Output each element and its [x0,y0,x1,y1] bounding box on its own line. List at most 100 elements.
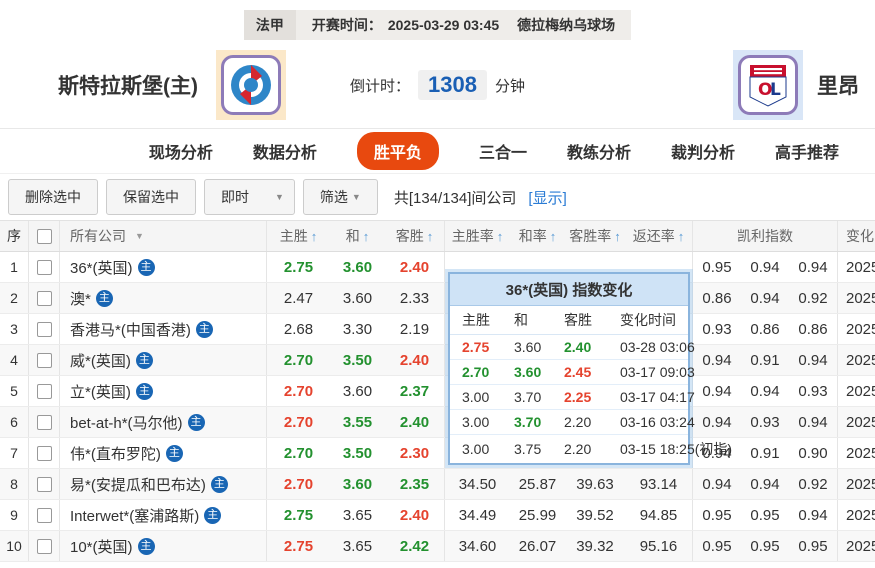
header-return-rate-sort[interactable]: 返还率 ↑ [625,221,693,251]
tab-referee-analysis[interactable]: 裁判分析 [671,139,735,163]
draw-odds[interactable]: 3.50 [330,438,385,468]
company-name: 香港马*(中国香港) [70,321,191,339]
draw-odds[interactable]: 3.60 [330,252,385,282]
away-odds[interactable]: 2.42 [385,531,445,561]
popup-draw-odds: 3.70 [514,414,542,430]
checkbox-icon[interactable] [36,538,52,554]
kelly-away: 0.90 [789,438,838,468]
keep-selected-button[interactable]: 保留选中 [106,179,196,215]
header-away-rate-sort[interactable]: 客胜率 ↑ [565,221,625,251]
draw-rate: 26.07 [518,537,557,555]
draw-odds[interactable]: 3.65 [330,531,385,561]
tab-live-analysis[interactable]: 现场分析 [149,139,213,163]
company-cell[interactable]: 立*(英国) 主 [60,376,267,406]
draw-odds[interactable]: 3.60 [330,376,385,406]
company-cell[interactable]: 10*(英国) 主 [60,531,267,561]
kelly-home: 0.93 [702,320,732,338]
header-away-odds-sort[interactable]: 客胜 ↑ [385,221,445,251]
host-flag-icon: 主 [135,382,153,400]
home-odds[interactable]: 2.75 [267,252,330,282]
header-home-rate-sort[interactable]: 主胜率 ↑ [445,221,510,251]
row-index: 7 [0,438,29,468]
table-row: 6 bet-at-h*(马尔他) 主 2.70 3.55 2.40 0.94 0.93 0.94… [0,407,875,438]
popup-draw-odds: 3.70 [514,389,542,405]
home-odds[interactable]: 2.70 [267,438,330,468]
instant-odds-label: 即时 [221,189,249,205]
checkbox-icon[interactable] [36,476,52,492]
away-odds[interactable]: 2.40 [385,407,445,437]
tab-coach-analysis[interactable]: 教练分析 [567,139,631,163]
header-change: 变化 [846,228,874,244]
draw-odds[interactable]: 3.55 [330,407,385,437]
away-odds[interactable]: 2.30 [385,438,445,468]
popup-header: 主胜 和 客胜 变化时间 [450,306,688,335]
header-draw-odds-sort[interactable]: 和 ↑ [330,221,385,251]
header-select-all-checkbox[interactable] [29,221,60,251]
checkbox-icon[interactable] [36,228,52,244]
row-checkbox-cell [29,438,60,468]
checkbox-icon[interactable] [36,507,52,523]
home-odds[interactable]: 2.75 [267,531,330,561]
home-odds[interactable]: 2.70 [267,376,330,406]
company-cell[interactable]: Interwet*(塞浦路斯) 主 [60,500,267,530]
company-cell[interactable]: 威*(英国) 主 [60,345,267,375]
checkbox-icon[interactable] [36,383,52,399]
draw-odds[interactable]: 3.30 [330,314,385,344]
draw-odds[interactable]: 3.65 [330,500,385,530]
row-index: 9 [0,500,29,530]
checkbox-icon[interactable] [36,414,52,430]
company-cell[interactable]: 香港马*(中国香港) 主 [60,314,267,344]
company-cell[interactable]: 36*(英国) 主 [60,252,267,282]
sort-up-icon: ↑ [310,228,318,244]
popup-home-odds: 2.75 [462,339,490,355]
away-odds[interactable]: 2.40 [385,252,445,282]
row-index: 1 [0,252,29,282]
tab-expert-picks[interactable]: 高手推荐 [775,139,839,163]
checkbox-icon[interactable] [36,321,52,337]
company-cell[interactable]: 易*(安提瓜和巴布达) 主 [60,469,267,499]
tab-win-draw-lose[interactable]: 胜平负 [356,132,439,170]
checkbox-icon[interactable] [36,445,52,461]
change-time: 2025-0 [846,320,875,338]
sort-up-icon: ↑ [549,228,557,244]
company-cell[interactable]: 澳* 主 [60,283,267,313]
kelly-home: 0.95 [702,258,732,276]
tab-data-analysis[interactable]: 数据分析 [253,139,317,163]
home-odds[interactable]: 2.47 [267,283,330,313]
away-odds[interactable]: 2.19 [385,314,445,344]
kelly-draw: 0.86 [750,320,780,338]
show-link[interactable]: [显示] [528,187,566,208]
draw-odds[interactable]: 3.60 [330,469,385,499]
row-index: 5 [0,376,29,406]
checkbox-icon[interactable] [36,290,52,306]
filter-button[interactable]: 筛选 ▼ [302,179,378,215]
row-checkbox-cell [29,376,60,406]
home-odds[interactable]: 2.68 [267,314,330,344]
home-odds[interactable]: 2.75 [267,500,330,530]
away-odds[interactable]: 2.40 [385,345,445,375]
away-odds[interactable]: 2.33 [385,283,445,313]
home-team-crest-icon [221,55,281,115]
host-flag-icon: 主 [165,444,183,462]
tab-three-in-one[interactable]: 三合一 [479,139,527,163]
home-odds[interactable]: 2.70 [267,345,330,375]
away-odds[interactable]: 2.40 [385,500,445,530]
checkbox-icon[interactable] [36,259,52,275]
header-home-odds-sort[interactable]: 主胜 ↑ [267,221,330,251]
home-odds[interactable]: 2.70 [267,469,330,499]
checkbox-icon[interactable] [36,352,52,368]
table-row: 5立*(英国)主2.703.602.370.940.940.932025-0 [0,376,875,407]
chevron-down-icon: ▼ [351,192,361,202]
delete-selected-button[interactable]: 删除选中 [8,179,98,215]
company-cell[interactable]: bet-at-h*(马尔他) 主 [60,407,267,437]
away-odds[interactable]: 2.37 [385,376,445,406]
header-draw-rate-sort[interactable]: 和率 ↑ [510,221,565,251]
draw-odds[interactable]: 3.50 [330,345,385,375]
header-company-label: 所有公司 [70,228,126,244]
instant-odds-select[interactable]: 即时 ▼ [204,179,295,215]
home-odds[interactable]: 2.70 [267,407,330,437]
header-company[interactable]: 所有公司 ▼ [60,221,267,251]
away-odds[interactable]: 2.35 [385,469,445,499]
draw-odds[interactable]: 3.60 [330,283,385,313]
company-cell[interactable]: 伟*(直布罗陀) 主 [60,438,267,468]
